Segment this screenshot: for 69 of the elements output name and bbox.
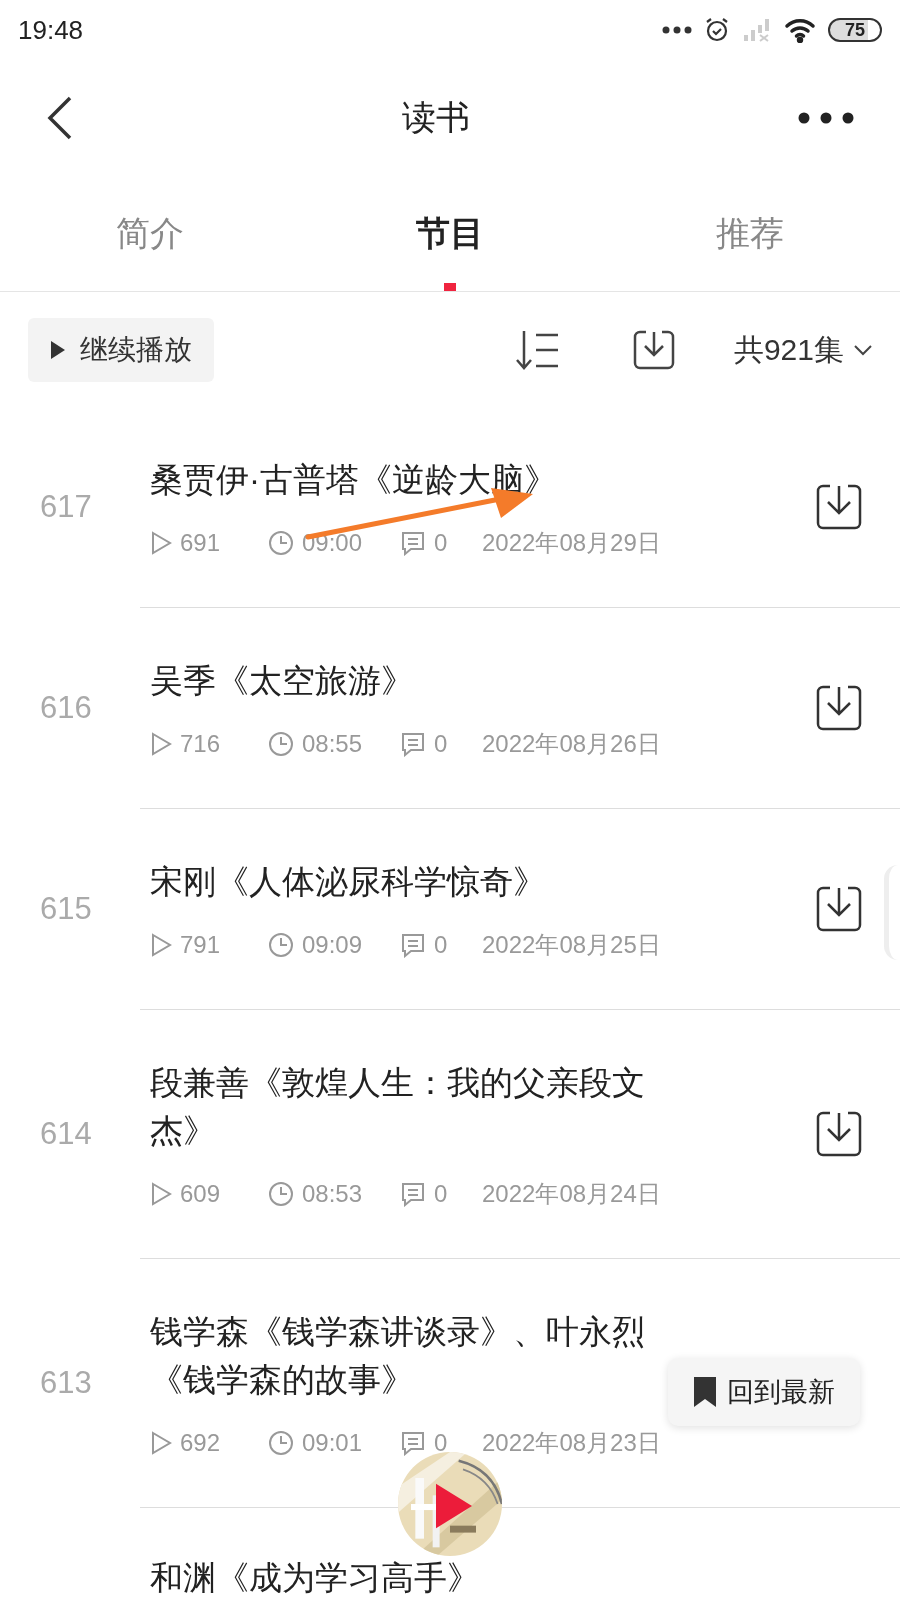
- play-count: 609: [180, 1179, 221, 1209]
- tab[interactable]: 简介: [116, 199, 184, 267]
- duration: 09:01: [302, 1428, 363, 1458]
- duration: 08:53: [302, 1179, 363, 1209]
- download-icon[interactable]: [814, 683, 864, 733]
- episode-count-dropdown[interactable]: 共921集: [733, 327, 872, 372]
- bookmark-icon: [693, 1376, 717, 1408]
- tab[interactable]: 节目: [416, 199, 484, 267]
- comment-count: 0: [434, 930, 448, 960]
- play-count: 716: [180, 729, 221, 759]
- episode-title[interactable]: 和渊《成为学习高手》: [150, 1554, 480, 1600]
- continue-play-button[interactable]: 继续播放: [28, 317, 214, 382]
- episode-number: 615: [40, 891, 92, 927]
- comment-icon: [400, 1430, 426, 1456]
- clock-icon: [268, 1181, 294, 1207]
- back-to-latest-button[interactable]: 回到最新: [668, 1358, 860, 1426]
- back-icon[interactable]: [46, 95, 74, 140]
- sort-icon[interactable]: [513, 328, 560, 371]
- comment-count: 0: [434, 528, 448, 558]
- publish-date: 2022年08月24日: [482, 1179, 661, 1209]
- comment-icon: [400, 530, 426, 556]
- episode-number: 614: [40, 1116, 92, 1152]
- more-notifications-icon: [662, 26, 692, 34]
- comment-count: 0: [434, 1428, 448, 1458]
- episode-number: 613: [40, 1365, 92, 1401]
- publish-date: 2022年08月26日: [482, 729, 661, 759]
- download-icon[interactable]: [814, 482, 864, 532]
- episode-title[interactable]: 吴季《太空旅游》: [150, 657, 414, 705]
- comment-icon: [400, 932, 426, 958]
- episode-title[interactable]: 宋刚《人体泌尿科学惊奇》: [150, 858, 546, 906]
- clock-icon: [268, 731, 294, 757]
- play-count-icon: [150, 732, 172, 756]
- download-icon[interactable]: [814, 1109, 864, 1159]
- duration: 08:55: [302, 729, 363, 759]
- play-icon: [50, 339, 66, 360]
- play-count: 791: [180, 930, 221, 960]
- battery-indicator: 75: [828, 18, 882, 42]
- play-count-icon: [150, 1431, 172, 1455]
- download-icon[interactable]: [814, 884, 864, 934]
- publish-date: 2022年08月29日: [482, 528, 661, 558]
- chevron-down-icon: [854, 343, 872, 356]
- signal-icon: [742, 17, 772, 43]
- episode-title[interactable]: 钱学森《钱学森讲谈录》、叶永烈《钱学森的故事》: [150, 1308, 662, 1404]
- alarm-icon: [704, 17, 730, 43]
- clock-icon: [268, 1430, 294, 1456]
- play-count: 691: [180, 528, 221, 558]
- tab[interactable]: 推荐: [716, 199, 784, 267]
- episode-title[interactable]: 段兼善《敦煌人生：我的父亲段文杰》: [150, 1059, 662, 1155]
- episode-number: 617: [40, 489, 92, 525]
- duration: 09:09: [302, 930, 363, 960]
- comment-count: 0: [434, 1179, 448, 1209]
- publish-date: 2022年08月23日: [482, 1428, 661, 1458]
- play-count-icon: [150, 1182, 172, 1206]
- publish-date: 2022年08月25日: [482, 930, 661, 960]
- status-time: 19:48: [18, 13, 84, 47]
- clock-icon: [268, 932, 294, 958]
- play-icon[interactable]: [434, 1482, 474, 1530]
- clock-icon: [268, 530, 294, 556]
- play-count-icon: [150, 531, 172, 555]
- page-title: 读书: [402, 97, 470, 138]
- comment-icon: [400, 1181, 426, 1207]
- comment-count: 0: [434, 729, 448, 759]
- play-count-icon: [150, 933, 172, 957]
- comment-icon: [400, 731, 426, 757]
- tab-indicator: [444, 283, 456, 291]
- more-icon[interactable]: [798, 111, 854, 124]
- wifi-icon: [784, 17, 816, 43]
- episode-number: 616: [40, 690, 92, 726]
- play-count: 692: [180, 1428, 221, 1458]
